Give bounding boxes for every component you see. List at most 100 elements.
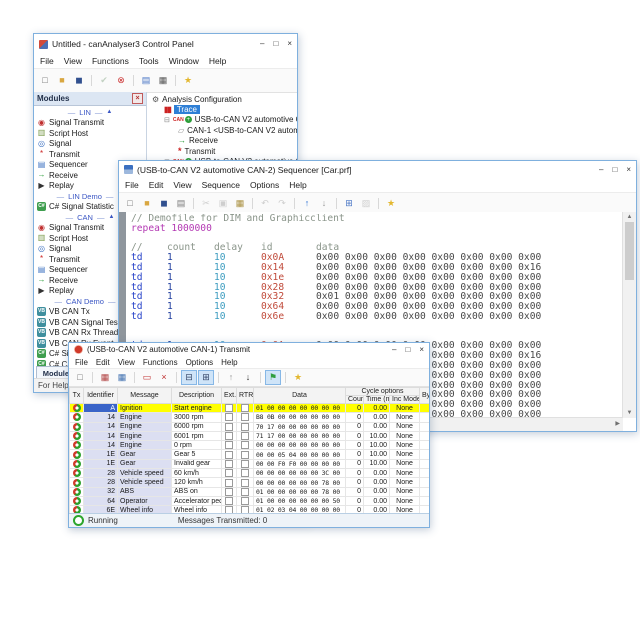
cell-time[interactable]: 10.00 <box>364 441 390 450</box>
cell-description[interactable]: 0 rpm <box>172 441 222 450</box>
cell-ext[interactable] <box>222 431 237 440</box>
move-down-icon[interactable]: ↓ <box>316 196 332 211</box>
module-layout-icon[interactable]: ▤ <box>138 73 154 88</box>
tx-toggle-icon[interactable] <box>73 497 81 505</box>
cell-ext[interactable] <box>222 413 237 422</box>
cell-message[interactable]: Engine <box>118 413 172 422</box>
scroll-up-icon[interactable]: ▲ <box>623 214 636 220</box>
cell-message[interactable]: Vehicle speed <box>118 478 172 487</box>
menu-edit[interactable]: Edit <box>149 180 164 190</box>
cell-data[interactable]: 00 00 00 00 00 00 3C 00 <box>254 469 346 478</box>
tx-toggle-icon[interactable] <box>73 404 81 412</box>
close-button[interactable]: × <box>626 166 631 174</box>
view-hex-icon[interactable]: ⊞ <box>198 370 214 385</box>
rtr-checkbox[interactable] <box>241 441 249 449</box>
transmit-row-64[interactable]: 64OperatorAccelerator pedal 101 00 00 00… <box>70 496 430 505</box>
cell-time[interactable]: 0.00 <box>364 404 390 413</box>
cell-rtr[interactable] <box>237 441 254 450</box>
cell-inc-mode[interactable]: None <box>390 469 420 478</box>
expander-icon[interactable]: ⊟ <box>164 116 170 124</box>
cell-rtr[interactable] <box>237 496 254 505</box>
collapse-icon[interactable]: ▲ <box>108 214 114 220</box>
cell-description[interactable]: ABS on <box>172 487 222 496</box>
transmit-titlebar[interactable]: (USB-to-CAN V2 automotive CAN-1) Transmi… <box>69 343 429 356</box>
minimize-button[interactable]: – <box>599 166 603 174</box>
cell-identifier[interactable]: 14 <box>84 422 118 431</box>
module-item-signal-transmit[interactable]: ◉Signal Transmit <box>34 118 146 129</box>
cell-inc-mode[interactable]: None <box>390 487 420 496</box>
cell-count[interactable]: 0 <box>346 496 364 505</box>
ext-checkbox[interactable] <box>225 451 233 459</box>
menu-file[interactable]: File <box>75 358 88 367</box>
cell-data[interactable]: 00 00 00 00 00 00 00 00 <box>254 441 346 450</box>
save-file-icon[interactable]: ◼ <box>156 196 172 211</box>
view-dec-icon[interactable]: ⊟ <box>181 370 197 385</box>
cell-identifier[interactable]: 28 <box>84 478 118 487</box>
tree-item-trace[interactable]: ▮▮Trace <box>152 104 297 114</box>
paste-icon[interactable]: ▦ <box>232 196 248 211</box>
tree-item-usb-to-can-v2-automotive-can-1[interactable]: ⊟CAN+USB-to-CAN V2 automotive CAN-1 <box>152 115 297 125</box>
tx-toggle-icon[interactable] <box>73 432 81 440</box>
transmit-row-14[interactable]: 14Engine6001 rpm71 17 00 00 00 00 00 000… <box>70 431 430 440</box>
cell-description[interactable]: 6000 rpm <box>172 422 222 431</box>
rtr-checkbox[interactable] <box>241 451 249 459</box>
collapse-icon[interactable]: ▲ <box>106 109 112 115</box>
cell-byte[interactable] <box>420 431 429 440</box>
help-icon[interactable]: ★ <box>180 73 196 88</box>
cell-message[interactable]: Ignition <box>118 404 172 413</box>
cell-byte[interactable] <box>420 450 429 459</box>
control-panel-titlebar[interactable]: Untitled - canAnalyser3 Control Panel – … <box>34 34 297 54</box>
ext-checkbox[interactable] <box>225 460 233 468</box>
cell-identifier[interactable]: 1E <box>84 459 118 468</box>
cell-inc-mode[interactable]: None <box>390 441 420 450</box>
cell-description[interactable]: Start engine <box>172 404 222 413</box>
cell-data[interactable]: 70 17 00 00 00 00 00 00 <box>254 422 346 431</box>
cell-time[interactable]: 10.00 <box>364 459 390 468</box>
cell-identifier[interactable]: 32 <box>84 487 118 496</box>
hardware-config-icon[interactable]: ▦ <box>155 73 171 88</box>
cell-ext[interactable] <box>222 441 237 450</box>
tree-item-can-1-usb-to-can-v2-automotive[interactable]: ▱CAN-1 <USB-to-CAN V2 automotive HW37134… <box>152 125 297 135</box>
rtr-checkbox[interactable] <box>241 479 249 487</box>
menu-options[interactable]: Options <box>250 180 279 190</box>
cell-tx[interactable] <box>70 459 84 468</box>
cell-identifier[interactable]: 1E <box>84 450 118 459</box>
new-file-icon[interactable]: □ <box>37 73 53 88</box>
cell-ext[interactable] <box>222 487 237 496</box>
move-up-icon[interactable]: ↑ <box>299 196 315 211</box>
cell-data[interactable]: 00 00 00 00 00 00 78 00 <box>254 478 346 487</box>
cell-rtr[interactable] <box>237 413 254 422</box>
cell-byte[interactable] <box>420 459 429 468</box>
cell-count[interactable]: 0 <box>346 478 364 487</box>
cell-time[interactable]: 0.00 <box>364 487 390 496</box>
rtr-checkbox[interactable] <box>241 432 249 440</box>
menu-help[interactable]: Help <box>209 56 226 66</box>
ext-checkbox[interactable] <box>225 432 233 440</box>
menu-edit[interactable]: Edit <box>96 358 110 367</box>
cell-message[interactable]: Engine <box>118 422 172 431</box>
transmit-row-14[interactable]: 14Engine0 rpm00 00 00 00 00 00 00 00010.… <box>70 441 430 450</box>
modules-panel-close-icon[interactable]: × <box>132 93 143 104</box>
cell-count[interactable]: 0 <box>346 404 364 413</box>
ext-checkbox[interactable] <box>225 497 233 505</box>
cell-rtr[interactable] <box>237 422 254 431</box>
menu-view[interactable]: View <box>118 358 135 367</box>
cell-count[interactable]: 0 <box>346 469 364 478</box>
column-header-count[interactable]: Count <box>346 396 364 404</box>
scroll-right-icon[interactable]: ▶ <box>615 420 620 427</box>
ext-checkbox[interactable] <box>225 413 233 421</box>
menu-help[interactable]: Help <box>221 358 237 367</box>
column-header-rtr[interactable]: RTR <box>237 388 254 404</box>
transmit-row-28[interactable]: 28Vehicle speed120 km/h00 00 00 00 00 00… <box>70 478 430 487</box>
cell-message[interactable]: Vehicle speed <box>118 469 172 478</box>
transmit-row-28[interactable]: 28Vehicle speed60 km/h00 00 00 00 00 00 … <box>70 469 430 478</box>
print-icon[interactable]: ▤ <box>173 196 189 211</box>
cell-tx[interactable] <box>70 431 84 440</box>
transmit-row-1e[interactable]: 1EGearGear 500 00 05 04 00 00 00 00010.0… <box>70 450 430 459</box>
cell-data[interactable]: 00 00 05 04 00 00 00 00 <box>254 450 346 459</box>
cell-identifier[interactable]: 14 <box>84 441 118 450</box>
check-sequence-icon[interactable]: ⊞ <box>341 196 357 211</box>
cell-time[interactable]: 0.00 <box>364 422 390 431</box>
cell-inc-mode[interactable]: None <box>390 459 420 468</box>
cell-byte[interactable] <box>420 496 429 505</box>
